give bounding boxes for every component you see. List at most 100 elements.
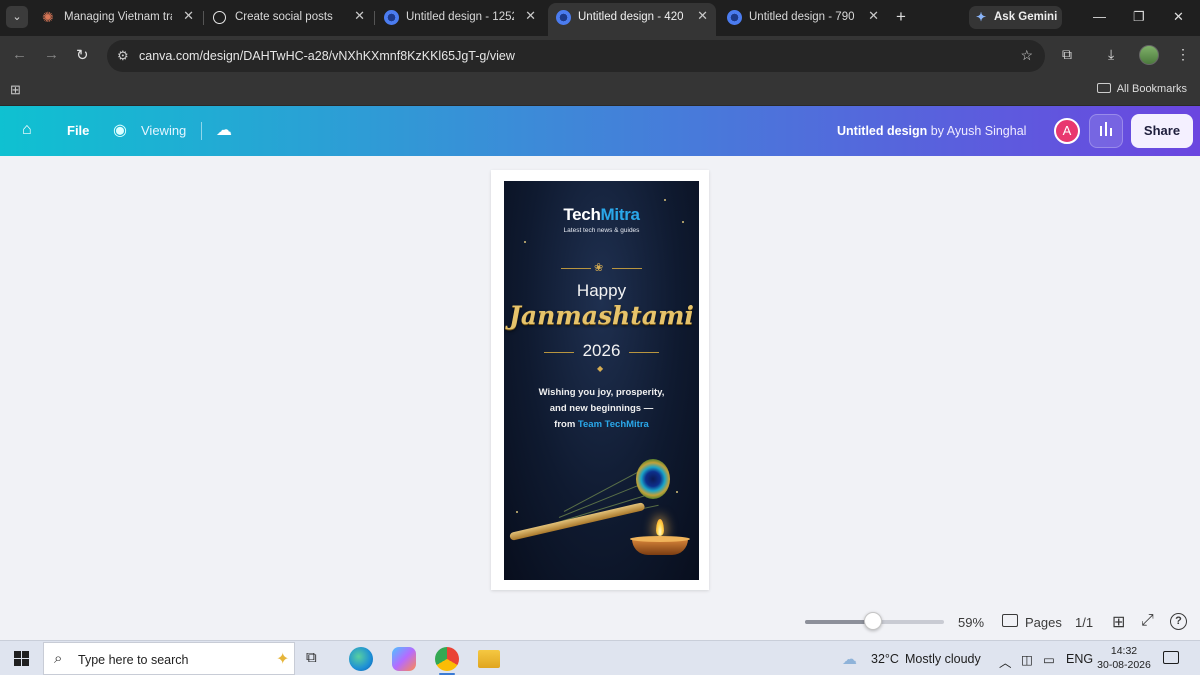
close-tab-icon[interactable]: ✕ <box>868 8 879 24</box>
design-owner: by Ayush Singhal <box>930 124 1027 138</box>
weather-description[interactable]: Mostly cloudy <box>905 652 981 666</box>
janmashtami-poster: TechMitra Latest tech news & guides ❀ Ha… <box>504 181 699 580</box>
notifications-icon[interactable] <box>1163 651 1179 664</box>
ornament-line-right <box>612 268 642 269</box>
url-text[interactable]: canva.com/design/DAHTwHC-a28/vNXhKXmnf8K… <box>139 49 515 63</box>
restore-window-icon[interactable]: ❐ <box>1133 9 1145 25</box>
windows-start-icon[interactable] <box>14 651 29 666</box>
search-icon: ⌕ <box>54 650 63 667</box>
lotus-ornament-icon: ❀ <box>594 262 604 274</box>
cloud-saved-icon[interactable]: ☁ <box>216 120 232 140</box>
chatgpt-icon <box>213 11 226 24</box>
pages-button[interactable]: Pages <box>1025 615 1062 630</box>
message-team: Team TechMitra <box>577 419 649 430</box>
language-indicator[interactable]: ENG <box>1066 652 1093 666</box>
chrome-browser-icon[interactable] <box>435 647 459 671</box>
zoom-slider-handle[interactable] <box>864 612 882 630</box>
new-tab-icon[interactable]: + <box>896 7 906 27</box>
canva-icon <box>727 10 742 25</box>
message-line-3: from Team TechMitra <box>504 419 699 430</box>
minimize-icon[interactable]: — <box>1093 9 1106 24</box>
task-view-icon[interactable]: ⧉ <box>306 649 330 673</box>
grid-view-icon[interactable]: ⊞ <box>1112 612 1125 632</box>
fullscreen-icon[interactable]: ⤢ <box>1141 612 1154 630</box>
back-arrow-icon[interactable]: ← <box>12 46 27 63</box>
file-menu-button[interactable]: File <box>67 123 89 138</box>
user-avatar[interactable]: A <box>1054 118 1080 144</box>
tab-untitled-design-1252[interactable]: Untitled design - 1252 ✕ <box>384 6 536 30</box>
clock-date: 30-08-2026 <box>1097 659 1151 671</box>
taskbar-search-box[interactable]: ⌕ Type here to search ✦ <box>43 642 295 675</box>
tab-search-button[interactable]: ⌄ <box>6 6 28 28</box>
brand-tagline: Latest tech news & guides <box>563 227 640 234</box>
reload-icon[interactable]: ↻ <box>76 46 89 64</box>
close-window-icon[interactable]: ✕ <box>1173 9 1184 25</box>
year-text: 2026 <box>582 341 621 360</box>
camera-icon[interactable]: ◫ <box>1021 652 1033 667</box>
home-icon[interactable]: ⌂ <box>22 121 40 139</box>
windows-taskbar: ⌕ Type here to search ✦ ⧉ ☁ 32°C Mostly … <box>0 640 1200 675</box>
download-icon[interactable]: ⤓ <box>1108 46 1114 63</box>
address-bar[interactable]: ⚙ canva.com/design/DAHTwHC-a28/vNXhKXmnf… <box>107 40 1045 72</box>
insights-chart-icon[interactable] <box>1089 114 1123 148</box>
sparkle-decoration <box>516 511 518 513</box>
all-bookmarks-button[interactable]: All Bookmarks <box>1096 83 1187 95</box>
profile-avatar[interactable] <box>1139 45 1159 65</box>
pages-icon <box>1002 614 1018 627</box>
extensions-icon[interactable]: ⧉ <box>1062 46 1072 63</box>
claude-icon: ✺ <box>42 9 54 25</box>
tab-title: Untitled design - 420 <box>578 11 684 23</box>
tab-divider <box>203 11 204 25</box>
copilot-app-icon[interactable] <box>392 647 416 671</box>
sparkle-decoration <box>676 491 678 493</box>
zoom-percentage[interactable]: 59% <box>958 615 984 630</box>
sparkle-decoration <box>664 199 666 201</box>
close-tab-icon[interactable]: ✕ <box>525 8 536 24</box>
help-icon[interactable]: ? <box>1170 613 1187 630</box>
forward-arrow-icon[interactable]: → <box>44 46 59 63</box>
share-button[interactable]: Share <box>1131 114 1193 148</box>
browser-tab-strip: ⌄ ✺ Managing Vietnam traffic ✕ Create so… <box>0 0 1200 36</box>
close-tab-icon[interactable]: ✕ <box>354 8 365 24</box>
drop-ornament-icon: ◆ <box>597 364 604 373</box>
clock-time: 14:32 <box>1110 645 1138 657</box>
bookmark-star-icon[interactable]: ☆ <box>1020 47 1033 64</box>
ask-gemini-button[interactable]: ✦ Ask Gemini <box>969 6 1062 29</box>
show-hidden-icons-icon[interactable]: ︿ <box>999 652 1012 671</box>
close-tab-icon[interactable]: ✕ <box>697 8 708 24</box>
weather-cloud-icon[interactable]: ☁ <box>842 650 857 668</box>
tab-untitled-design-790[interactable]: Untitled design - 790 ✕ <box>727 6 879 30</box>
folder-icon <box>1096 83 1111 93</box>
tab-title: Untitled design - 1252 <box>406 11 514 23</box>
peacock-feather-eye <box>636 459 670 499</box>
all-bookmarks-label: All Bookmarks <box>1116 83 1187 95</box>
design-page[interactable]: TechMitra Latest tech news & guides ❀ Ha… <box>491 170 709 590</box>
design-canvas-area: TechMitra Latest tech news & guides ❀ Ha… <box>0 156 1200 640</box>
apps-grid-icon[interactable]: ⊞ <box>10 82 21 98</box>
edge-browser-icon[interactable] <box>349 647 373 671</box>
design-title-area[interactable]: Untitled design by Ayush Singhal <box>837 124 1026 138</box>
battery-icon[interactable]: ▭ <box>1043 652 1055 667</box>
tab-untitled-design-420[interactable]: Untitled design - 420 ✕ <box>556 6 708 30</box>
zoom-slider-fill <box>805 620 873 624</box>
viewing-mode-button[interactable]: Viewing <box>141 123 186 138</box>
system-clock[interactable]: 14:32 30-08-2026 <box>1097 644 1151 672</box>
browser-toolbar: ← → ↻ ⚙ canva.com/design/DAHTwHC-a28/vNX… <box>0 36 1200 76</box>
message-line-2: and new beginnings — <box>549 403 654 414</box>
festival-title: Janmashtami <box>509 301 694 330</box>
page-count: 1/1 <box>1075 615 1094 630</box>
site-info-icon[interactable]: ⚙ <box>117 48 129 64</box>
file-explorer-icon[interactable] <box>478 650 500 668</box>
brand-mitra: Mitra <box>600 205 640 224</box>
eye-icon: ◉ <box>113 122 127 139</box>
design-title: Untitled design <box>837 124 928 138</box>
tab-title: Managing Vietnam traffic <box>64 11 172 23</box>
close-tab-icon[interactable]: ✕ <box>183 8 194 24</box>
more-menu-icon[interactable]: ⋮ <box>1176 46 1190 63</box>
tab-create-social-posts[interactable]: Create social posts ✕ <box>213 6 365 30</box>
canva-icon <box>556 10 571 25</box>
tab-managing-vietnam[interactable]: ✺ Managing Vietnam traffic ✕ <box>42 6 194 30</box>
greeting-happy: Happy <box>576 281 627 300</box>
year-line-right <box>629 352 659 353</box>
weather-temperature[interactable]: 32°C <box>871 652 899 666</box>
